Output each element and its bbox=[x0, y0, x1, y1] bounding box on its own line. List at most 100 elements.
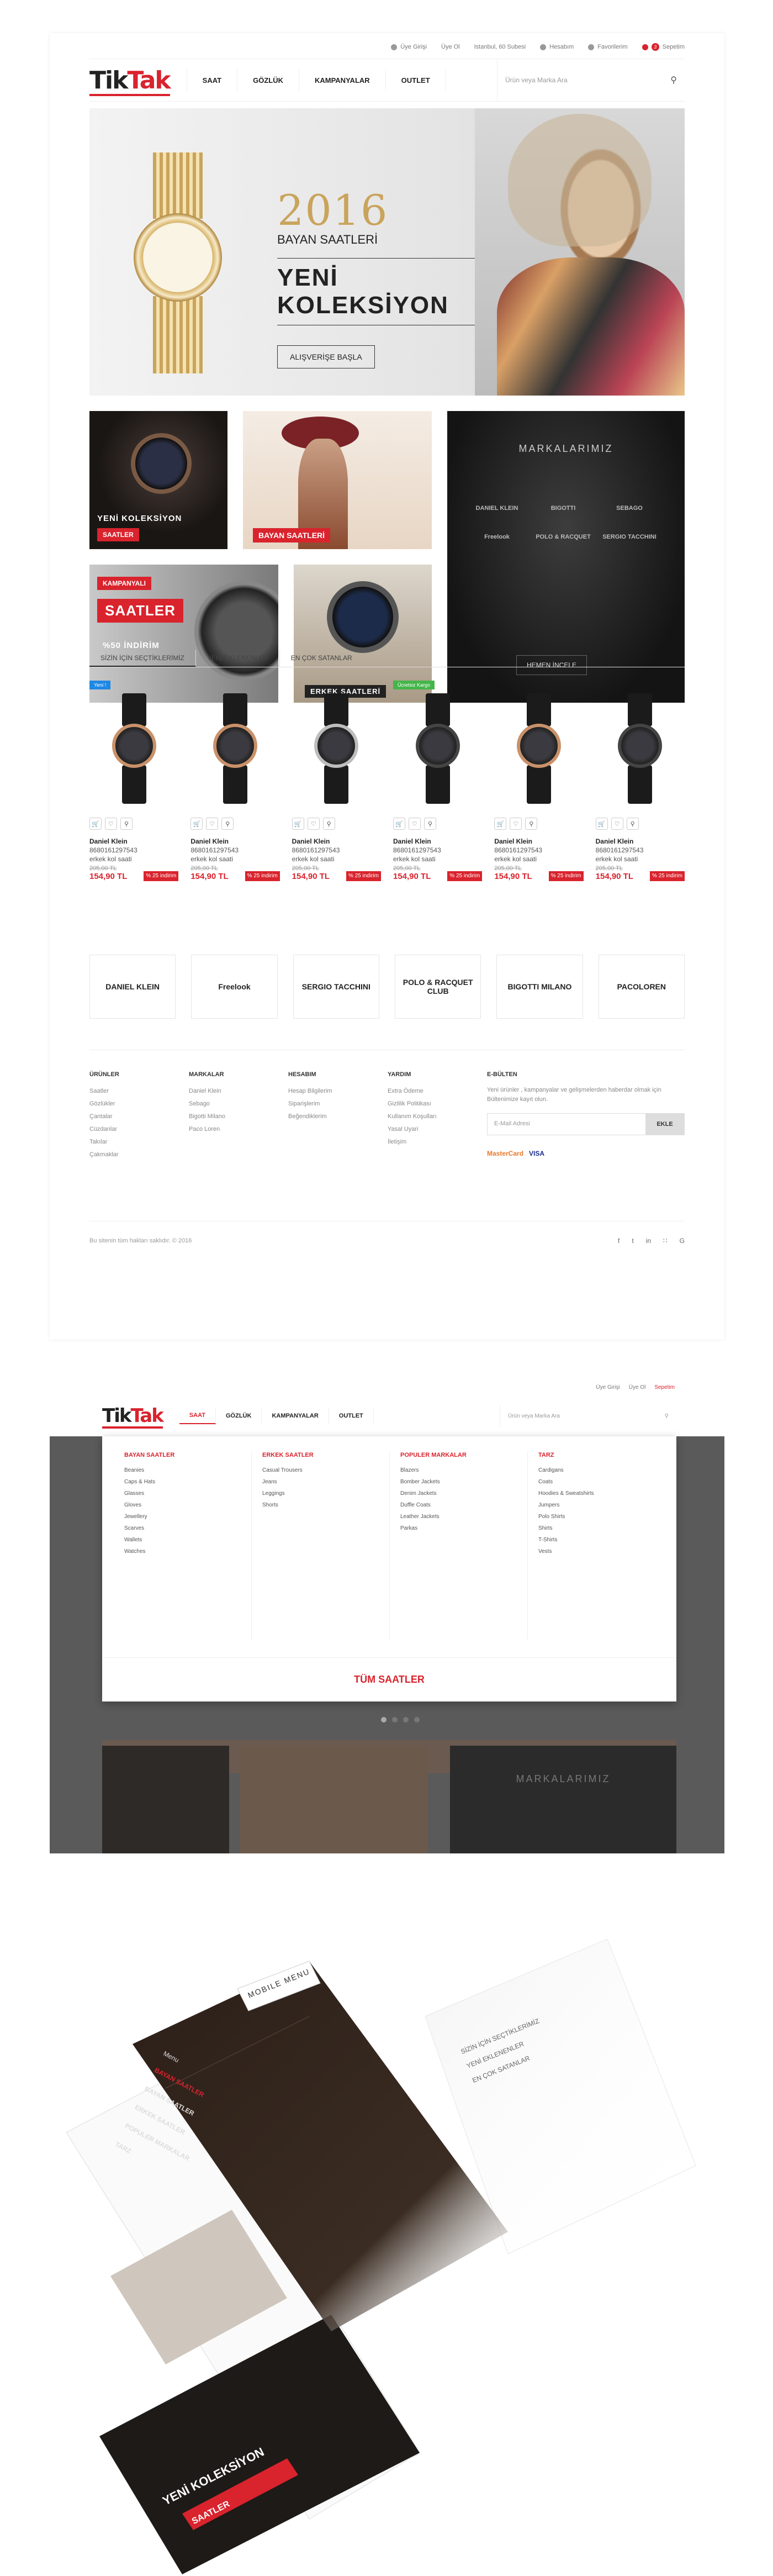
footer-link[interactable]: Paco Loren bbox=[189, 1126, 288, 1132]
cart-icon[interactable]: 🛒 bbox=[292, 818, 304, 830]
nav-gozluk[interactable]: GÖZLÜK bbox=[237, 69, 299, 91]
facebook-icon[interactable]: f bbox=[618, 1237, 620, 1245]
nav-outlet[interactable]: OUTLET bbox=[386, 69, 446, 91]
zoom-icon[interactable]: ⚲ bbox=[120, 818, 133, 830]
mega-menu-link[interactable]: Wallets bbox=[124, 1537, 246, 1543]
login-link[interactable]: Üye Girişi bbox=[596, 1384, 620, 1390]
linkedin-icon[interactable]: in bbox=[646, 1237, 651, 1245]
heart-icon[interactable]: ♡ bbox=[408, 818, 421, 830]
cart-icon[interactable]: 🛒 bbox=[494, 818, 507, 830]
mega-menu-link[interactable]: Blazers bbox=[400, 1467, 522, 1473]
mega-menu-link[interactable]: Jeans bbox=[262, 1479, 384, 1485]
nav-kampanyalar[interactable]: KAMPANYALAR bbox=[299, 69, 386, 91]
mega-menu-link[interactable]: Scarves bbox=[124, 1525, 246, 1531]
favorites-link[interactable]: Favorilerim bbox=[588, 44, 628, 50]
brand-logo[interactable]: SERGIO TACCHINI bbox=[293, 955, 379, 1019]
tab-bestsellers[interactable]: EN ÇOK SATANLAR bbox=[280, 650, 363, 667]
logo[interactable]: TikTak bbox=[102, 1405, 164, 1429]
mega-menu-link[interactable]: Beanies bbox=[124, 1467, 246, 1473]
product-image[interactable]: Yeni ! bbox=[89, 681, 178, 812]
mega-menu-link[interactable]: Watches bbox=[124, 1548, 246, 1555]
logo[interactable]: TikTak bbox=[89, 66, 171, 96]
footer-link[interactable]: Çantalar bbox=[89, 1113, 189, 1120]
zoom-icon[interactable]: ⚲ bbox=[322, 818, 335, 830]
google-icon[interactable]: G bbox=[680, 1237, 685, 1245]
mega-menu-link[interactable]: Caps & Hats bbox=[124, 1479, 246, 1485]
product-image[interactable]: Ücretsiz Kargo bbox=[393, 681, 482, 812]
brand-logo[interactable]: DANIEL KLEIN bbox=[89, 955, 176, 1019]
brand-logo[interactable]: PACOLOREN bbox=[598, 955, 685, 1019]
register-link[interactable]: Üye Ol bbox=[629, 1384, 646, 1390]
search-input[interactable]: Ürün veya Marka Ara ⚲ bbox=[497, 59, 685, 102]
cart-icon[interactable]: 🛒 bbox=[89, 818, 102, 830]
mega-menu-link[interactable]: Cardigans bbox=[538, 1467, 660, 1473]
mega-menu-link[interactable]: Shirts bbox=[538, 1525, 660, 1531]
heart-icon[interactable]: ♡ bbox=[307, 818, 320, 830]
footer-link[interactable]: Çakmaklar bbox=[89, 1151, 189, 1158]
search-icon[interactable]: ⚲ bbox=[665, 1413, 669, 1419]
nav-gozluk[interactable]: GÖZLÜK bbox=[216, 1408, 262, 1424]
product-card[interactable]: 🛒 ♡ ⚲ Daniel Klein 8680161297543 erkek kol sa… bbox=[292, 685, 381, 906]
register-link[interactable]: Üye Ol bbox=[441, 44, 460, 50]
tile-ladies[interactable]: BAYAN SAATLERİ bbox=[243, 411, 432, 549]
mega-menu-link[interactable]: Jewellery bbox=[124, 1514, 246, 1520]
footer-link[interactable]: Takılar bbox=[89, 1139, 189, 1145]
login-link[interactable]: Üye Girişi bbox=[391, 44, 427, 50]
footer-link[interactable]: Siparişlerim bbox=[288, 1100, 388, 1107]
mega-menu-title[interactable]: ERKEK SAATLER bbox=[262, 1452, 384, 1458]
mega-menu-link[interactable]: Vests bbox=[538, 1548, 660, 1555]
carousel-dots[interactable] bbox=[381, 1717, 420, 1722]
mega-menu-link[interactable]: Parkas bbox=[400, 1525, 522, 1531]
zoom-icon[interactable]: ⚲ bbox=[525, 818, 538, 830]
footer-link[interactable]: Yasal Uyari bbox=[388, 1126, 487, 1132]
footer-link[interactable]: İletişim bbox=[388, 1139, 487, 1145]
search-icon[interactable]: ⚲ bbox=[670, 75, 677, 86]
brand-logo[interactable]: BIGOTTI MILANO bbox=[496, 955, 583, 1019]
heart-icon[interactable]: ♡ bbox=[611, 818, 623, 830]
tab-selected[interactable]: SİZİN İÇİN SEÇTİKLERİMİZ bbox=[89, 650, 197, 667]
heart-icon[interactable]: ♡ bbox=[206, 818, 219, 830]
store-link[interactable]: Istanbul, 60 Subesi bbox=[474, 44, 526, 50]
cart-link[interactable]: 3 Sepetim bbox=[642, 43, 685, 51]
account-link[interactable]: Hesabım bbox=[540, 44, 574, 50]
mega-menu-link[interactable]: Bomber Jackets bbox=[400, 1479, 522, 1485]
footer-link[interactable]: Kullanım Koşulları bbox=[388, 1113, 487, 1120]
footer-link[interactable]: Gözlükler bbox=[89, 1100, 189, 1107]
mega-menu-link[interactable]: Duffle Coats bbox=[400, 1502, 522, 1508]
product-card[interactable]: Ücretsiz Kargo 🛒 ♡ ⚲ Daniel Klein 86801612975… bbox=[393, 681, 483, 906]
nav-outlet[interactable]: OUTLET bbox=[329, 1408, 374, 1424]
footer-link[interactable]: Bigotti Milano bbox=[189, 1113, 288, 1120]
tile-campaign[interactable]: KAMPANYALI SAATLER %50 İNDİRİM bbox=[89, 565, 278, 703]
hero-banner[interactable]: 2016 BAYAN SAATLERİ YENİ KOLEKSİYON ALIŞ… bbox=[89, 108, 685, 396]
mega-menu-link[interactable]: Leather Jackets bbox=[400, 1514, 522, 1520]
email-submit-button[interactable]: EKLE bbox=[645, 1114, 684, 1135]
mega-menu-link[interactable]: Polo Shirts bbox=[538, 1514, 660, 1520]
product-image[interactable] bbox=[596, 685, 685, 812]
product-card[interactable]: 🛒 ♡ ⚲ Daniel Klein 8680161297543 erkek kol sa… bbox=[494, 685, 584, 906]
mega-menu-link[interactable]: Casual Trousers bbox=[262, 1467, 384, 1473]
zoom-icon[interactable]: ⚲ bbox=[626, 818, 639, 830]
twitter-icon[interactable]: t bbox=[632, 1237, 633, 1245]
nav-saat[interactable]: SAAT bbox=[179, 1408, 216, 1424]
cart-icon[interactable]: 🛒 bbox=[393, 818, 405, 830]
mega-menu-link[interactable]: Glasses bbox=[124, 1490, 246, 1497]
mega-menu-link[interactable]: Shorts bbox=[262, 1502, 384, 1508]
email-field[interactable]: E-Mail Adresi EKLE bbox=[487, 1113, 685, 1135]
tile-new-collection[interactable]: YENİ KOLEKSİYON SAATLER bbox=[89, 411, 227, 549]
brand-logo[interactable]: POLO & RACQUET CLUB bbox=[394, 955, 481, 1019]
mega-menu-link[interactable]: Jumpers bbox=[538, 1502, 660, 1508]
nav-saat[interactable]: SAAT bbox=[186, 69, 238, 91]
mega-menu-title[interactable]: POPULER MARKALAR bbox=[400, 1452, 522, 1458]
mega-menu-link[interactable]: Coats bbox=[538, 1479, 660, 1485]
footer-link[interactable]: Daniel Klein bbox=[189, 1088, 288, 1094]
cart-icon[interactable]: 🛒 bbox=[190, 818, 203, 830]
mega-menu-link[interactable]: Gloves bbox=[124, 1502, 246, 1508]
mega-menu-link[interactable]: Denim Jackets bbox=[400, 1490, 522, 1497]
footer-link[interactable]: Hesap Bilgilerim bbox=[288, 1088, 388, 1094]
cart-icon[interactable]: 🛒 bbox=[595, 818, 608, 830]
cart-link[interactable]: Sepetim bbox=[654, 1384, 675, 1390]
product-image[interactable] bbox=[494, 685, 583, 812]
mega-menu-title[interactable]: TARZ bbox=[538, 1452, 660, 1458]
search-input[interactable]: Ürün veya Marka Ara ⚲ bbox=[500, 1405, 676, 1427]
zoom-icon[interactable]: ⚲ bbox=[423, 818, 436, 830]
